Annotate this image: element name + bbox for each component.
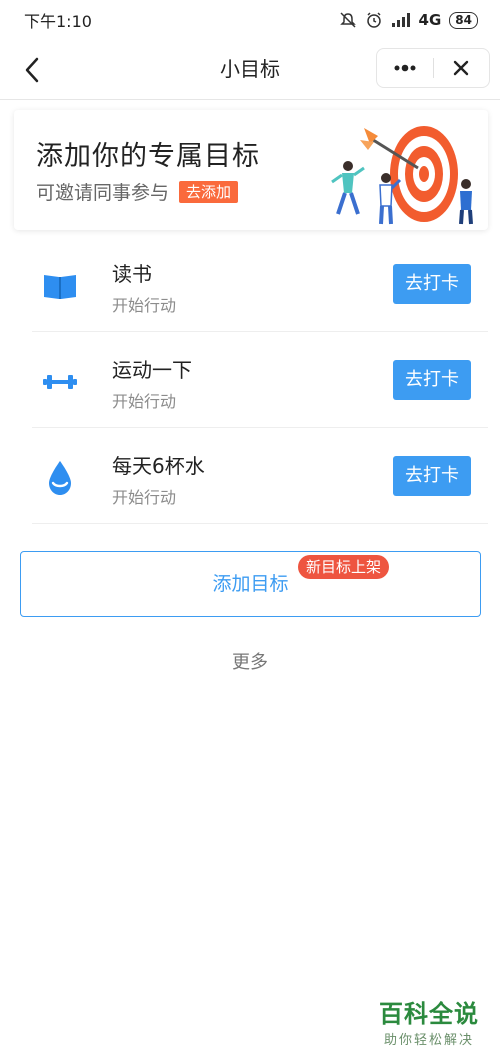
check-in-button[interactable]: 去打卡 bbox=[393, 264, 471, 304]
water-drop-icon bbox=[40, 458, 80, 498]
banner-subtitle: 可邀请同事参与 bbox=[36, 182, 170, 204]
watermark-logo: 百科全说 助你轻松解决 bbox=[374, 994, 484, 1048]
add-goal-button[interactable]: 添加目标 新目标上架 bbox=[20, 551, 481, 617]
status-bar: 下午1:10 4G 84 bbox=[0, 0, 500, 40]
goal-item: 每天6杯水 开始行动 去打卡 bbox=[32, 428, 488, 524]
status-icons: 4G 84 bbox=[339, 11, 478, 29]
go-add-tag[interactable]: 去添加 bbox=[179, 180, 239, 203]
goal-status: 开始行动 bbox=[112, 392, 177, 411]
close-button[interactable] bbox=[434, 49, 490, 87]
watermark-sub: 助你轻松解决 bbox=[383, 1033, 474, 1048]
add-goal-label: 添加目标 bbox=[212, 573, 289, 595]
add-goal-banner[interactable]: 添加你的专属目标 可邀请同事参与 去添加 bbox=[14, 110, 488, 230]
check-in-button[interactable]: 去打卡 bbox=[393, 360, 471, 400]
status-time: 下午1:10 bbox=[24, 12, 92, 31]
signal-icon bbox=[391, 13, 410, 27]
more-dots-icon bbox=[394, 64, 416, 72]
goal-status: 开始行动 bbox=[112, 488, 177, 507]
back-button[interactable] bbox=[14, 52, 50, 88]
goal-name: 每天6杯水 bbox=[112, 454, 205, 478]
goal-item: 读书 开始行动 去打卡 bbox=[32, 236, 488, 332]
chevron-left-icon bbox=[25, 57, 39, 83]
target-illustration bbox=[331, 126, 473, 225]
banner-title: 添加你的专属目标 bbox=[36, 141, 260, 172]
mini-program-capsule bbox=[376, 48, 490, 88]
goal-status: 开始行动 bbox=[112, 296, 177, 315]
check-in-button[interactable]: 去打卡 bbox=[393, 456, 471, 496]
more-options-button[interactable] bbox=[377, 49, 433, 87]
nav-bar: 小目标 bbox=[0, 40, 500, 100]
new-goal-badge: 新目标上架 bbox=[298, 555, 390, 579]
battery-icon: 84 bbox=[449, 11, 478, 29]
alarm-icon bbox=[366, 12, 381, 28]
watermark-main: 百科全说 bbox=[379, 1000, 479, 1028]
goal-name: 运动一下 bbox=[112, 358, 192, 382]
network-type: 4G bbox=[418, 11, 442, 29]
book-icon bbox=[40, 266, 80, 306]
mute-icon bbox=[339, 12, 356, 28]
dumbbell-icon bbox=[40, 362, 80, 402]
goal-item: 运动一下 开始行动 去打卡 bbox=[32, 332, 488, 428]
more-link[interactable]: 更多 bbox=[0, 648, 500, 674]
close-icon bbox=[454, 60, 469, 76]
goal-name: 读书 bbox=[112, 262, 152, 286]
banner-subtitle-row: 可邀请同事参与 去添加 bbox=[36, 178, 239, 205]
